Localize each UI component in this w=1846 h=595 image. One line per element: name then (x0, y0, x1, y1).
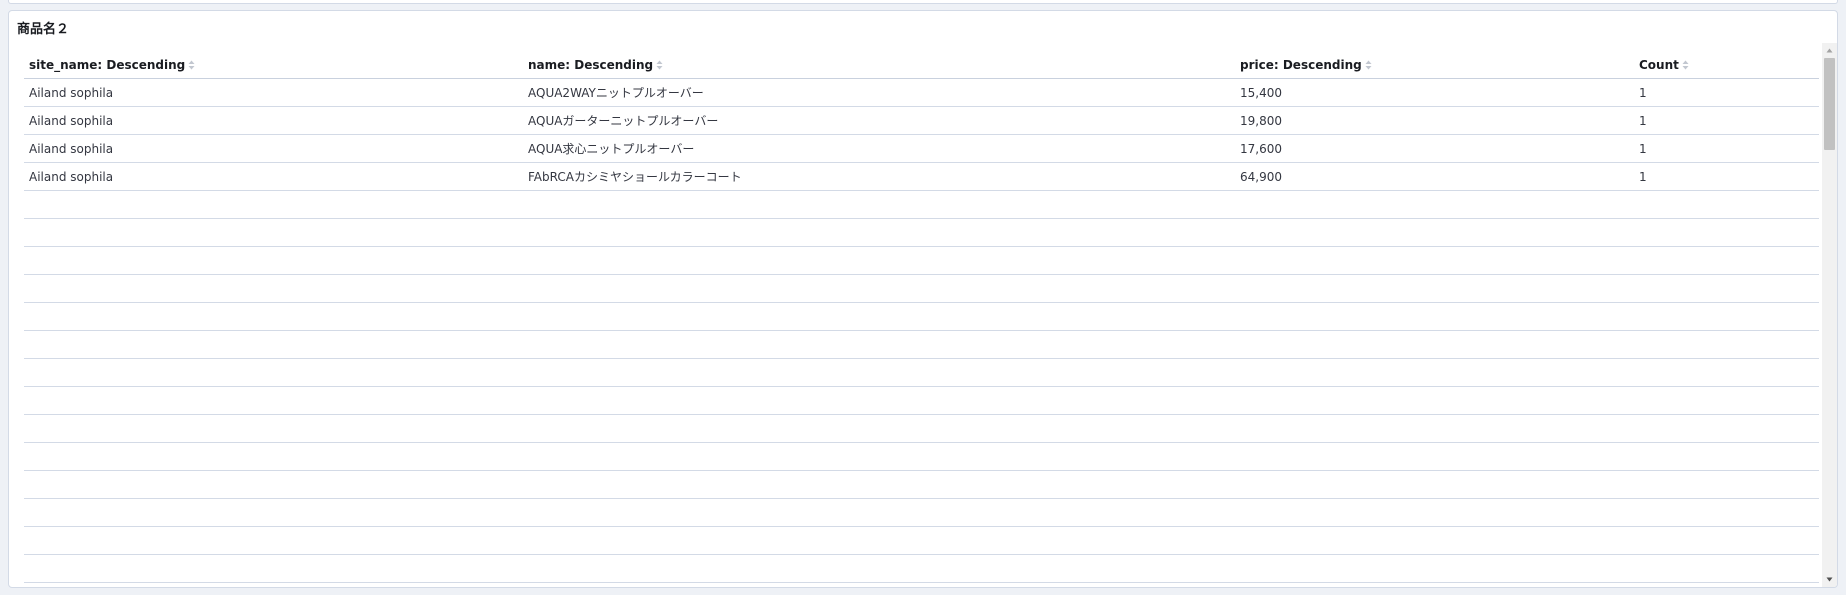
table-row: Ailand sophila AQUAガーターニットプルオーバー 19,800 … (24, 106, 1819, 135)
column-header-label: price: Descending (1240, 57, 1362, 72)
scrollbar-thumb[interactable] (1824, 58, 1835, 150)
empty-row (24, 274, 1819, 303)
sort-icon[interactable] (656, 60, 663, 70)
empty-row (24, 498, 1819, 527)
cell-price: 15,400 (1235, 78, 1634, 107)
cell-site-name: Ailand sophila (24, 162, 523, 191)
cell-count: 1 (1634, 134, 1819, 163)
panel-title: 商品名２ (17, 22, 70, 37)
table-row: Ailand sophila AQUA2WAYニットプルオーバー 15,400 … (24, 78, 1819, 107)
empty-row (24, 386, 1819, 415)
data-table-panel: 商品名２ site_name: Descending name: Descend… (8, 10, 1838, 588)
empty-row (24, 246, 1819, 275)
empty-row (24, 414, 1819, 443)
empty-row (24, 554, 1819, 583)
previous-panel-edge (8, 0, 1838, 4)
cell-site-name: Ailand sophila (24, 78, 523, 107)
column-header-site-name[interactable]: site_name: Descending (24, 51, 523, 79)
empty-row (24, 330, 1819, 359)
column-header-count[interactable]: Count (1634, 51, 1819, 79)
sort-icon[interactable] (1365, 60, 1372, 70)
scroll-down-button[interactable] (1822, 572, 1837, 587)
empty-row (24, 358, 1819, 387)
sort-icon[interactable] (188, 60, 195, 70)
table-row: Ailand sophila FAbRCAカシミヤショールカラーコート 64,9… (24, 162, 1819, 191)
empty-row (24, 442, 1819, 471)
triangle-up-icon (1826, 48, 1833, 53)
column-header-label: name: Descending (528, 57, 654, 72)
cell-price: 64,900 (1235, 162, 1634, 191)
empty-row (24, 190, 1819, 219)
column-header-label: Count (1639, 57, 1679, 72)
cell-name: AQUA求心ニットプルオーバー (523, 134, 1235, 163)
cell-site-name: Ailand sophila (24, 134, 523, 163)
data-table: site_name: Descending name: Descending p… (24, 51, 1819, 583)
scroll-up-button[interactable] (1822, 43, 1837, 58)
column-header-price[interactable]: price: Descending (1235, 51, 1634, 79)
cell-name: AQUAガーターニットプルオーバー (523, 106, 1235, 135)
column-header-name[interactable]: name: Descending (523, 51, 1235, 79)
empty-row (24, 302, 1819, 331)
cell-price: 17,600 (1235, 134, 1634, 163)
empty-row (24, 526, 1819, 555)
triangle-down-icon (1826, 577, 1833, 582)
sort-icon[interactable] (1682, 60, 1689, 70)
cell-name: FAbRCAカシミヤショールカラーコート (523, 162, 1235, 191)
cell-count: 1 (1634, 106, 1819, 135)
table-header-row: site_name: Descending name: Descending p… (24, 51, 1819, 79)
cell-count: 1 (1634, 162, 1819, 191)
cell-count: 1 (1634, 78, 1819, 107)
vertical-scrollbar[interactable] (1822, 43, 1837, 587)
column-header-label: site_name: Descending (29, 57, 186, 72)
cell-name: AQUA2WAYニットプルオーバー (523, 78, 1235, 107)
empty-row (24, 218, 1819, 247)
cell-site-name: Ailand sophila (24, 106, 523, 135)
empty-row (24, 470, 1819, 499)
cell-price: 19,800 (1235, 106, 1634, 135)
table-row: Ailand sophila AQUA求心ニットプルオーバー 17,600 1 (24, 134, 1819, 163)
table-container[interactable]: site_name: Descending name: Descending p… (24, 51, 1819, 586)
